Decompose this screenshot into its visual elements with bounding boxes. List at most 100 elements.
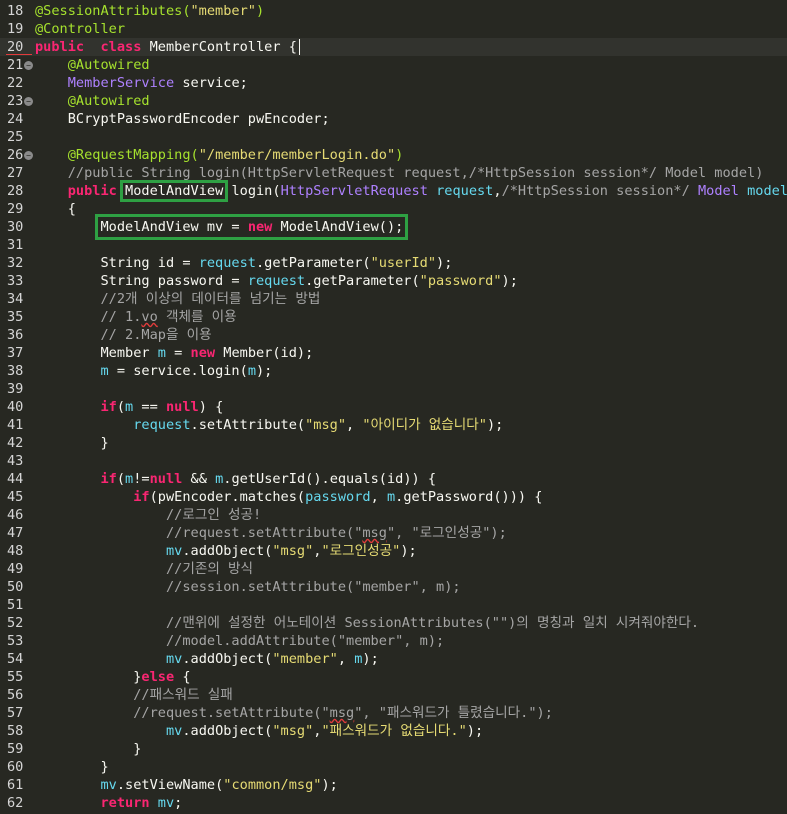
line-number: 60 [7,759,24,775]
code-line[interactable]: 19 @Controller [0,20,787,38]
code-line[interactable]: 26− @RequestMapping("/member/memberLogin… [0,146,787,164]
code-token: ; [174,795,183,811]
code-token: HttpServletRequest [280,183,428,199]
fold-toggle-icon[interactable]: − [24,61,33,70]
code-token: "아이디가 없습니다" [362,417,487,433]
line-number: 49 [7,561,24,577]
code-line[interactable]: 58 mv.addObject("msg","패스워드가 없습니다."); [0,722,787,740]
code-line[interactable]: 55 }else { [0,668,787,686]
code-text: @RequestMapping("/member/memberLogin.do"… [35,146,404,164]
code-line[interactable]: 49 //기존의 방식 [0,560,787,578]
code-line[interactable]: 51 [0,596,787,614]
code-line[interactable]: 32 String id = request.getParameter("use… [0,254,787,272]
code-line[interactable]: 54 mv.addObject("member", m); [0,650,787,668]
code-line[interactable]: 38 m = service.login(m); [0,362,787,380]
code-token: //로그인 성공! [165,507,262,523]
code-token: (pwEncoder.matches( [149,489,306,505]
code-line[interactable]: 61 mv.setViewName("common/msg"); [0,776,787,794]
code-line[interactable]: 56 //패스워드 실패 [0,686,787,704]
code-line[interactable]: 43 [0,452,787,470]
code-token: "member" [272,651,338,667]
code-text: public class MemberController { [35,38,297,56]
code-line[interactable]: 60 } [0,758,787,776]
code-text: //request.setAttribute("msg", "패스워드가 틀렸습… [35,704,553,722]
code-line[interactable]: 47 //request.setAttribute("msg", "로그인성공"… [0,524,787,542]
code-line[interactable]: 44 if(m!=null && m.getUserId().equals(id… [0,470,787,488]
code-line[interactable]: 24 BCryptPasswordEncoder pwEncoder; [0,110,787,128]
fold-toggle-icon[interactable]: − [24,151,33,160]
code-token: "member" [190,3,256,19]
code-text: { [35,200,76,218]
code-token: "password" [419,273,502,289]
code-token: m [125,471,134,487]
code-token: ( [116,399,126,415]
code-line[interactable]: 31 [0,236,787,254]
code-line[interactable]: 57 //request.setAttribute("msg", "패스워드가 … [0,704,787,722]
code-token: ); [487,417,504,433]
code-text: } [35,434,109,452]
line-number: 52 [7,615,24,631]
code-token: public [67,183,117,199]
code-line[interactable]: 18 @SessionAttributes("member") [0,2,787,20]
code-line[interactable]: 36 // 2.Map을 이용 [0,326,787,344]
code-line[interactable]: 46 //로그인 성공! [0,506,787,524]
code-token: //기존의 방식 [165,561,254,577]
code-token: .setAttribute( [190,417,306,433]
code-token: // 2.Map을 이용 [100,327,212,343]
code-token: "msg" [305,417,347,433]
code-token: ModelAndView [125,183,224,199]
code-token: Member(id); [215,345,314,361]
code-token: "패스워드가 없습니다." [321,723,467,739]
code-line[interactable]: 48 mv.addObject("msg","로그인성공"); [0,542,787,560]
code-text: //패스워드 실패 [35,686,233,704]
code-token: ModelAndView login( [117,183,281,199]
code-line[interactable]: 28 public ModelAndView login(HttpServlet… [0,182,787,200]
code-line[interactable]: 52 //맨위에 설정한 어노테이션 SessionAttributes("")… [0,614,787,632]
code-line[interactable]: 27 //public String login(HttpServletRequ… [0,164,787,182]
code-text: mv.addObject("member", m); [35,650,379,668]
line-number: 57 [7,705,24,721]
code-line[interactable]: 34 //2개 이상의 데이터를 넘기는 방법 [0,290,787,308]
code-line[interactable]: 45 if(pwEncoder.matches(password, m.getP… [0,488,787,506]
code-line[interactable]: 59 } [0,740,787,758]
code-text: if(m == null) { [35,398,223,416]
code-token: null [149,471,183,487]
code-line[interactable]: 22 MemberService service; [0,74,787,92]
code-token: .getPassword())) { [395,489,543,505]
code-token: { [174,669,191,685]
code-token: //request.setAttribute(" [133,705,330,721]
code-line[interactable]: 21− @Autowired [0,56,787,74]
fold-toggle-icon[interactable]: − [24,97,33,106]
code-line[interactable]: 33 String password = request.getParamete… [0,272,787,290]
code-line[interactable]: 23− @Autowired [0,92,787,110]
code-line[interactable]: 30 ModelAndView mv = new ModelAndView(); [0,218,787,236]
code-line[interactable]: 20 public class MemberController { [0,38,787,56]
code-line[interactable]: 62 return mv; [0,794,787,812]
code-line[interactable]: 37 Member m = new Member(id); [0,344,787,362]
code-line[interactable]: 25 [0,128,787,146]
code-text: mv.setViewName("common/msg"); [35,776,337,794]
line-number: 22 [7,75,24,91]
code-line[interactable]: 39 [0,380,787,398]
code-token: , [370,489,387,505]
code-line[interactable]: 35 // 1.vo 객체를 이용 [0,308,787,326]
code-line[interactable]: 29 { [0,200,787,218]
code-line[interactable]: 40 if(m == null) { [0,398,787,416]
code-line[interactable]: 50 //session.setAttribute("member", m); [0,578,787,596]
code-line[interactable]: 42 } [0,434,787,452]
code-line[interactable]: 41 request.setAttribute("msg", "아이디가 없습니… [0,416,787,434]
code-editor[interactable]: 18 @SessionAttributes("member") 19 @Control… [0,0,787,814]
code-token: if [100,471,117,487]
code-token: } [35,435,109,451]
code-line[interactable]: 53 //model.addAttribute("member", m); [0,632,787,650]
